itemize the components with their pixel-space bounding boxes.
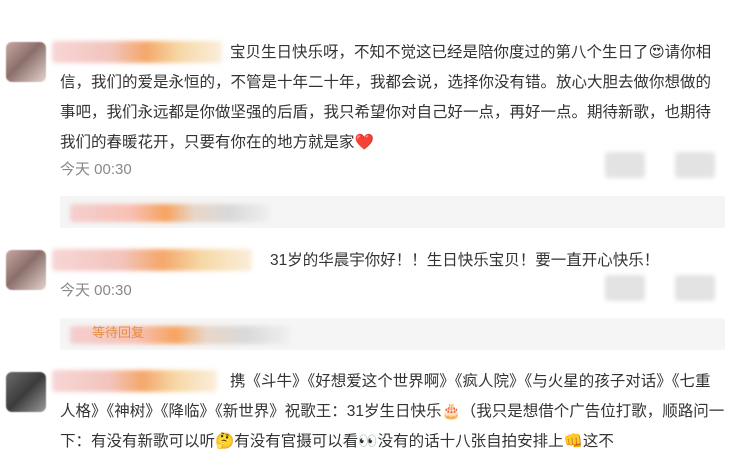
reply-preview-blurred: [70, 204, 270, 222]
comment-text: 31岁的华晨宇你好！！生日快乐宝贝！要一直开心快乐！: [270, 252, 660, 269]
comment-actions-blurred[interactable]: [605, 152, 645, 178]
comment-text: 宝贝生日快乐呀，不知不觉这已经是陪你度过的第八个生日了😍请你相信，我们的爱是永恒…: [60, 44, 712, 151]
reply-preview[interactable]: [60, 196, 725, 228]
comment-time: 今天 00:30: [60, 161, 132, 178]
comment-time: 今天 00:30: [60, 282, 132, 299]
comment-actions-blurred[interactable]: [605, 275, 645, 301]
avatar[interactable]: [6, 250, 46, 290]
comment-actions-blurred[interactable]: [675, 152, 715, 178]
reply-preview[interactable]: 等待回复: [60, 318, 725, 350]
avatar[interactable]: [6, 372, 46, 412]
reply-label: 等待回复: [92, 325, 145, 340]
avatar[interactable]: [6, 42, 46, 82]
comment-actions-blurred[interactable]: [675, 275, 715, 301]
comment-text: 携《斗牛》《好想爱这个世界啊》《疯人院》《与火星的孩子对话》《七重人格》《神树》…: [60, 373, 725, 450]
